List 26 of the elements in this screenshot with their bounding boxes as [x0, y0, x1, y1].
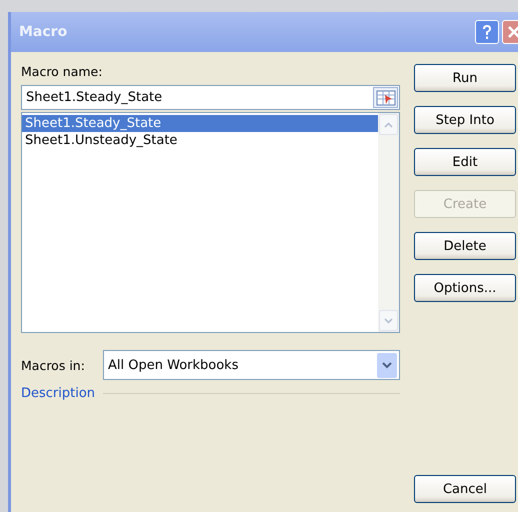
- macro-action-button[interactable]: Edit: [414, 148, 516, 176]
- down-caret-icon: [384, 318, 393, 324]
- scroll-up-button[interactable]: [379, 114, 398, 135]
- description-heading: Description: [21, 386, 96, 401]
- close-icon: [507, 25, 518, 39]
- macros-in-label: Macros in:: [21, 358, 86, 372]
- dropdown-arrow-button[interactable]: [377, 352, 397, 378]
- macro-list-item[interactable]: Sheet1.Unsteady_State: [22, 132, 378, 149]
- scrollbar[interactable]: [378, 113, 399, 332]
- range-picker-button[interactable]: [373, 87, 398, 108]
- help-button[interactable]: [475, 20, 499, 44]
- macro-name-field[interactable]: Sheet1.Steady_State: [21, 85, 400, 110]
- macro-action-button[interactable]: Delete: [414, 232, 516, 260]
- macro-action-button[interactable]: Run: [414, 64, 516, 92]
- macro-action-button[interactable]: Step Into: [414, 106, 516, 134]
- down-caret-icon: [382, 362, 392, 368]
- sheet-icon: [376, 90, 396, 106]
- help-icon: [480, 24, 494, 40]
- macros-in-dropdown[interactable]: All Open Workbooks: [103, 350, 400, 380]
- window-title: Macro: [19, 24, 68, 40]
- macro-list-item[interactable]: Sheet1.Steady_State: [22, 115, 378, 132]
- scroll-down-button[interactable]: [379, 310, 398, 331]
- macro-action-button[interactable]: Options...: [414, 274, 516, 302]
- macro-name-label: Macro name:: [21, 64, 104, 79]
- cancel-button[interactable]: Cancel: [414, 475, 516, 503]
- up-caret-icon: [384, 122, 393, 128]
